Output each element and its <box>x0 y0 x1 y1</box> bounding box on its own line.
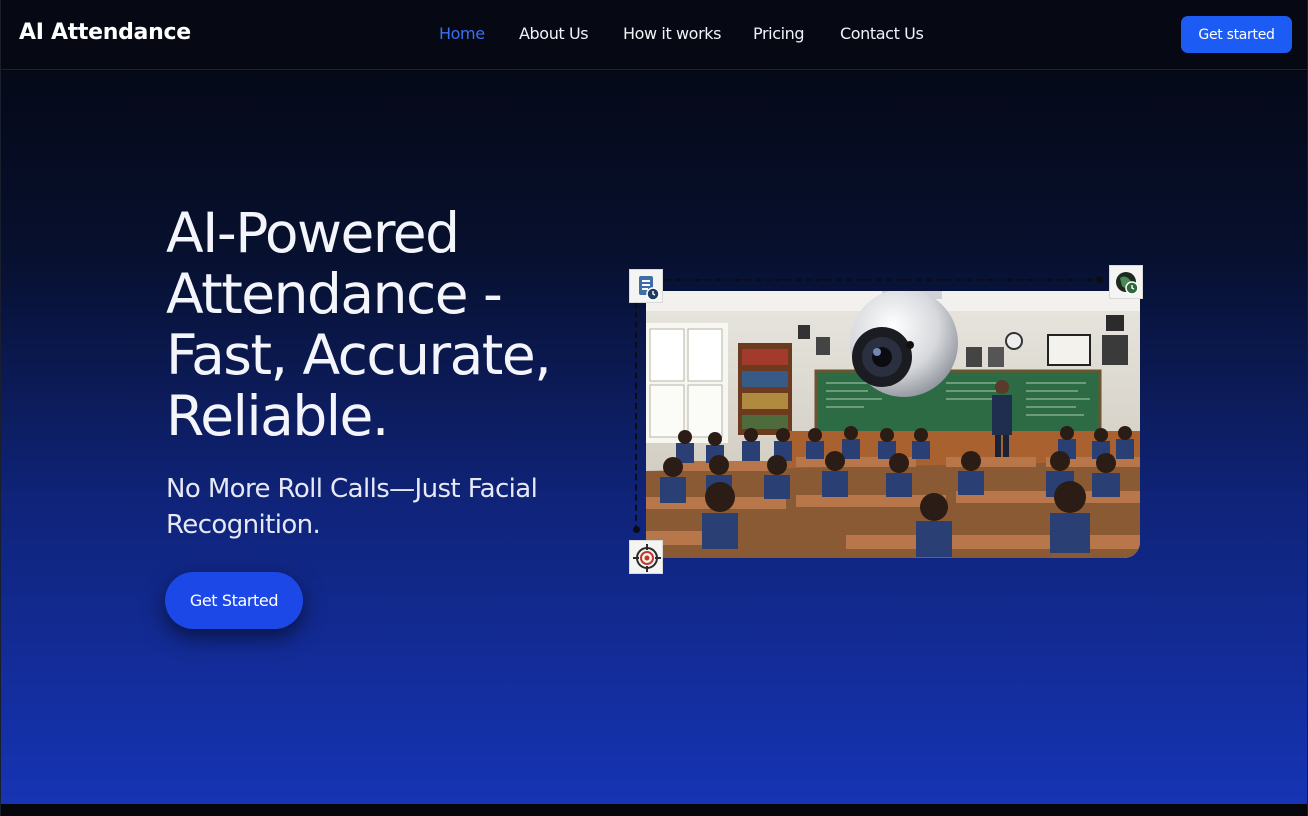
hero-subtitle: No More Roll Calls—Just Facial Recogniti… <box>166 474 538 540</box>
navbar: AI Attendance Home About Us How it works… <box>1 0 1307 70</box>
classroom-camera-image <box>646 291 1140 558</box>
dashed-frame-left <box>635 281 637 531</box>
hero-section: AI-Powered Attendance - Fast, Accurate, … <box>1 71 1307 804</box>
dashed-frame-top <box>635 279 1103 281</box>
footer-strip <box>1 804 1307 816</box>
frame-dot <box>633 526 640 533</box>
nav-link-pricing[interactable]: Pricing <box>753 24 805 43</box>
hero-title: AI-Powered Attendance - Fast, Accurate, … <box>166 201 552 448</box>
nav-link-about-us[interactable]: About Us <box>519 24 589 43</box>
nav-link-how-it-works[interactable]: How it works <box>623 24 721 43</box>
hero-visual <box>629 265 1145 579</box>
frame-dot <box>1096 276 1103 283</box>
nav-link-contact-us[interactable]: Contact Us <box>840 24 924 43</box>
nav-link-home[interactable]: Home <box>439 24 485 43</box>
classroom-scene <box>646 291 1140 558</box>
document-clock-icon <box>629 269 663 303</box>
page: AI Attendance Home About Us How it works… <box>0 0 1308 816</box>
brand-logo[interactable]: AI Attendance <box>19 20 191 45</box>
get-started-nav-button[interactable]: Get started <box>1181 16 1292 53</box>
get-started-hero-button[interactable]: Get Started <box>165 572 303 629</box>
globe-clock-icon <box>1109 265 1143 299</box>
target-icon <box>629 540 663 574</box>
